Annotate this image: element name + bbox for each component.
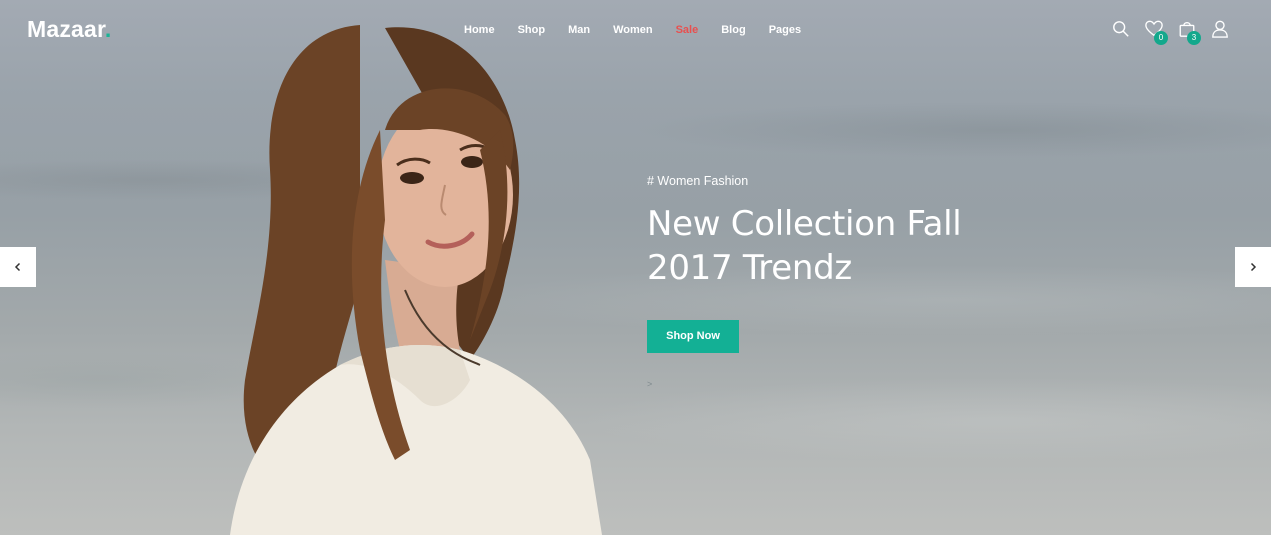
nav-shop[interactable]: Shop xyxy=(518,24,546,36)
hero-slider: Mazaar. Home Shop Man Women Sale Blog Pa… xyxy=(0,0,1271,535)
cart-count-badge: 3 xyxy=(1187,31,1201,45)
nav-women[interactable]: Women xyxy=(613,24,653,36)
slide-title-line1: New Collection Fall xyxy=(647,204,962,244)
brand-name: Mazaar xyxy=(27,16,105,42)
chevron-right-icon xyxy=(1250,262,1257,272)
slide-content: # Women Fashion New Collection Fall 2017… xyxy=(647,174,962,389)
nav-sale[interactable]: Sale xyxy=(676,24,699,36)
shop-now-button[interactable]: Shop Now xyxy=(647,320,739,353)
slider-next-button[interactable] xyxy=(1235,247,1271,287)
nav-home[interactable]: Home xyxy=(464,24,495,36)
main-nav: Home Shop Man Women Sale Blog Pages xyxy=(464,24,824,36)
hero-model-image xyxy=(230,25,602,535)
nav-man[interactable]: Man xyxy=(568,24,590,36)
slide-small-arrow: > xyxy=(647,379,653,389)
header-actions: 0 3 xyxy=(1099,20,1231,45)
wishlist-count-badge: 0 xyxy=(1154,31,1168,45)
brand-logo[interactable]: Mazaar. xyxy=(27,16,112,43)
heart-icon[interactable]: 0 xyxy=(1145,20,1168,45)
slider-prev-button[interactable] xyxy=(0,247,36,287)
slide-title: New Collection Fall 2017 Trendz xyxy=(647,202,962,290)
search-icon[interactable] xyxy=(1112,20,1132,40)
site-header: Mazaar. Home Shop Man Women Sale Blog Pa… xyxy=(0,0,1271,62)
chevron-left-icon xyxy=(14,262,21,272)
nav-pages[interactable]: Pages xyxy=(769,24,801,36)
slide-tag: # Women Fashion xyxy=(647,174,749,188)
slide-title-line2: 2017 Trendz xyxy=(647,248,852,288)
brand-dot: . xyxy=(104,16,112,42)
nav-blog[interactable]: Blog xyxy=(721,24,745,36)
shopping-bag-icon[interactable]: 3 xyxy=(1178,20,1201,45)
user-icon[interactable] xyxy=(1211,20,1231,40)
